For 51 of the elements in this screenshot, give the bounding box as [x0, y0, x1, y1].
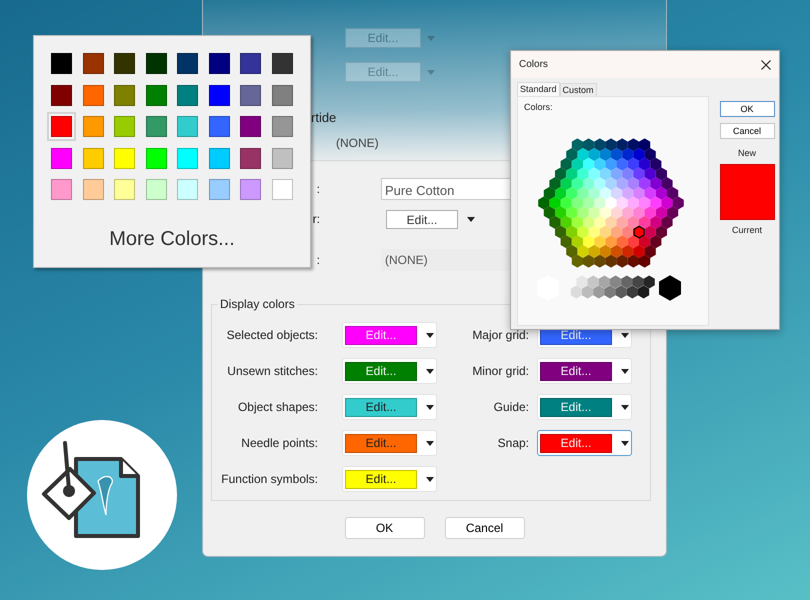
dialog-button[interactable]: OK: [720, 101, 774, 117]
field-label: :: [316, 252, 320, 269]
field-label: :: [316, 181, 320, 198]
caret-icon[interactable]: [426, 440, 434, 446]
color-picker-button[interactable]: Edit...: [342, 466, 437, 492]
field-value: (NONE): [336, 134, 379, 152]
color-picker-button[interactable]: Edit...: [342, 394, 437, 420]
document-paint-bucket-icon: [42, 441, 140, 538]
caret-icon[interactable]: [621, 404, 629, 410]
tab[interactable]: Custom: [560, 83, 597, 96]
group-title: Display colors: [219, 298, 296, 310]
color-picker-button[interactable]: Edit...: [537, 358, 632, 384]
color-label: Unsewn stitches:: [227, 363, 318, 380]
caret-icon[interactable]: [621, 332, 629, 338]
dialog-button[interactable]: OK: [344, 517, 424, 539]
color-picker-button[interactable]: Edit...: [537, 430, 632, 456]
color-preview: [720, 164, 774, 220]
color-picker-button[interactable]: Edit...: [342, 430, 437, 456]
caret-icon[interactable]: [621, 440, 629, 446]
color-label: Needle points:: [241, 435, 318, 452]
dialog-button[interactable]: Cancel: [720, 123, 774, 139]
tab[interactable]: Standard: [517, 82, 560, 96]
caret-icon[interactable]: [426, 404, 434, 410]
caret-icon[interactable]: [467, 216, 475, 222]
more-colors-link[interactable]: More Colors...: [109, 224, 235, 254]
field-label: r:: [312, 211, 320, 228]
color-picker-button[interactable]: Edit...: [537, 394, 632, 420]
window-title: Colors: [519, 58, 548, 72]
color-label: Selected objects:: [226, 327, 318, 344]
selection-marker-icon[interactable]: [633, 225, 645, 238]
close-icon[interactable]: [761, 60, 771, 70]
color-hexagon-drawing[interactable]: [538, 138, 684, 268]
new-label: New: [738, 147, 756, 160]
grayscale-hexagon-drawing[interactable]: [537, 274, 681, 300]
color-label: Snap:: [498, 435, 529, 452]
color-label: Object shapes:: [238, 399, 318, 416]
colors-label: Colors:: [524, 101, 554, 114]
caret-icon[interactable]: [621, 368, 629, 374]
field-label: rtide: [311, 109, 336, 127]
color-swatch[interactable]: [47, 112, 76, 141]
color-label: Major grid:: [472, 327, 529, 344]
dialog-button[interactable]: Cancel: [444, 517, 524, 539]
color-label: Function symbols:: [221, 471, 318, 488]
current-label: Current: [732, 224, 762, 236]
edit-button[interactable]: Edit...: [386, 210, 458, 228]
caret-icon[interactable]: [426, 368, 434, 374]
caret-icon[interactable]: [426, 476, 434, 482]
color-label: Guide:: [494, 399, 529, 416]
color-label: Minor grid:: [472, 363, 529, 380]
color-picker-button[interactable]: Edit...: [342, 358, 437, 384]
caret-icon[interactable]: [426, 332, 434, 338]
